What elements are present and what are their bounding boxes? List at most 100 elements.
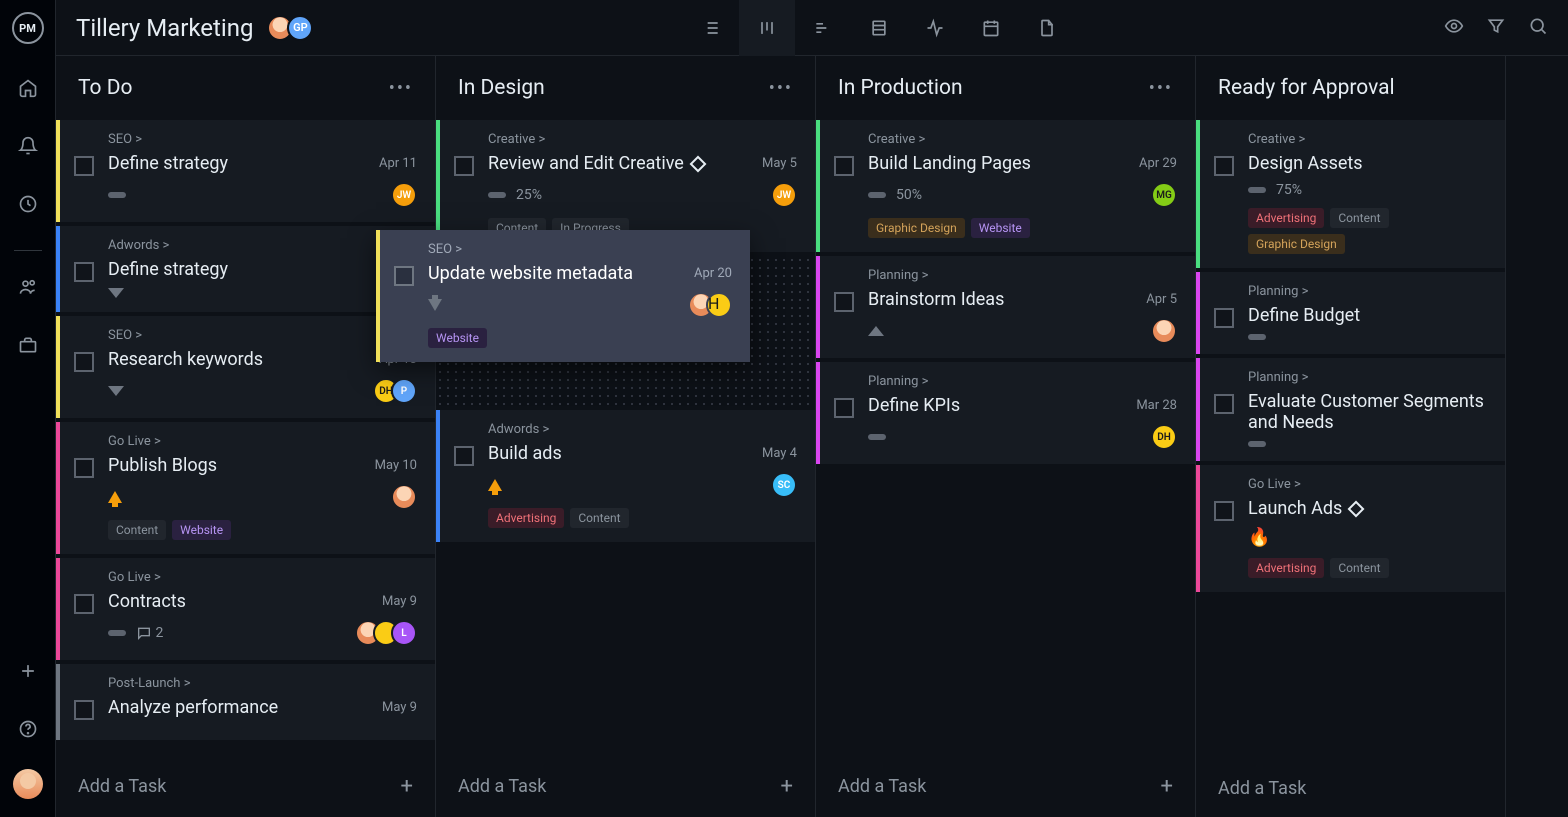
app-logo[interactable]: PM bbox=[12, 12, 44, 44]
task-tag[interactable]: Content bbox=[570, 508, 628, 528]
task-checkbox[interactable] bbox=[1214, 156, 1234, 176]
gantt-view-icon[interactable] bbox=[795, 0, 851, 56]
task-checkbox[interactable] bbox=[834, 156, 854, 176]
dragging-card[interactable]: SEO > Update website metadata Apr 20 H W… bbox=[376, 230, 750, 362]
assignee-avatar[interactable]: JW bbox=[771, 182, 797, 208]
task-checkbox[interactable] bbox=[1214, 308, 1234, 328]
task-card[interactable]: SEO >Define strategyApr 11JW bbox=[56, 120, 435, 222]
task-tag[interactable]: Advertising bbox=[488, 508, 564, 528]
task-assignees[interactable]: JW bbox=[771, 182, 797, 208]
task-card[interactable]: Post-Launch >Analyze performanceMay 9 bbox=[56, 664, 435, 740]
people-icon[interactable] bbox=[10, 269, 46, 305]
task-checkbox[interactable] bbox=[834, 398, 854, 418]
filter-icon[interactable] bbox=[1486, 16, 1506, 40]
assignee-avatar[interactable]: JW bbox=[391, 182, 417, 208]
task-assignees[interactable]: DHP bbox=[373, 378, 417, 404]
task-checkbox[interactable] bbox=[834, 292, 854, 312]
bell-icon[interactable] bbox=[10, 128, 46, 164]
task-assignees[interactable]: L bbox=[355, 620, 417, 646]
task-category: Creative > bbox=[1248, 132, 1487, 147]
task-tag[interactable]: Website bbox=[172, 520, 231, 540]
add-task-button[interactable]: Add a Task bbox=[1196, 760, 1505, 817]
task-tag[interactable]: Website bbox=[971, 218, 1030, 238]
task-checkbox[interactable] bbox=[74, 458, 94, 478]
assignee-avatar[interactable]: MG bbox=[1151, 182, 1177, 208]
task-checkbox[interactable] bbox=[74, 352, 94, 372]
visibility-icon[interactable] bbox=[1444, 16, 1464, 40]
task-card[interactable]: Go Live >Publish BlogsMay 10ContentWebsi… bbox=[56, 422, 435, 554]
add-task-button[interactable]: Add a Task+ bbox=[436, 756, 815, 817]
task-card[interactable]: Go Live >Launch Ads🔥AdvertisingContent bbox=[1196, 465, 1505, 592]
calendar-view-icon[interactable] bbox=[963, 0, 1019, 56]
task-tag[interactable]: Content bbox=[108, 520, 166, 540]
task-card[interactable]: Planning >Define KPIsMar 28DH bbox=[816, 362, 1195, 464]
files-view-icon[interactable] bbox=[1019, 0, 1075, 56]
add-task-button[interactable]: Add a Task+ bbox=[816, 756, 1195, 817]
task-checkbox[interactable] bbox=[74, 156, 94, 176]
comment-count[interactable]: 2 bbox=[136, 625, 163, 641]
priority-bar-icon bbox=[1248, 441, 1266, 447]
task-checkbox[interactable] bbox=[1214, 501, 1234, 521]
current-user-avatar[interactable] bbox=[13, 769, 43, 799]
task-card[interactable]: Go Live >ContractsMay 9 2L bbox=[56, 558, 435, 660]
column-menu-icon[interactable]: ••• bbox=[1149, 78, 1173, 99]
task-card[interactable]: Creative >Build Landing PagesApr 2950%MG… bbox=[816, 120, 1195, 252]
assignee-avatar[interactable]: DH bbox=[1151, 424, 1177, 450]
task-assignees[interactable]: H bbox=[696, 292, 732, 318]
plus-icon[interactable] bbox=[10, 653, 46, 689]
task-tag[interactable]: Advertising bbox=[1248, 208, 1324, 228]
task-card[interactable]: Creative >Design Assets75%AdvertisingCon… bbox=[1196, 120, 1505, 268]
task-assignees[interactable] bbox=[391, 484, 417, 510]
clock-icon[interactable] bbox=[10, 186, 46, 222]
task-assignees[interactable] bbox=[1151, 318, 1177, 344]
search-icon[interactable] bbox=[1528, 16, 1548, 40]
task-date: Apr 11 bbox=[379, 156, 417, 171]
task-checkbox[interactable] bbox=[74, 262, 94, 282]
task-tag[interactable]: Website bbox=[428, 328, 487, 348]
column-menu-icon[interactable]: ••• bbox=[389, 78, 413, 99]
task-category: Adwords > bbox=[488, 422, 797, 437]
assignee-avatar[interactable]: L bbox=[391, 620, 417, 646]
task-date: May 4 bbox=[762, 446, 797, 461]
task-tag[interactable]: Advertising bbox=[1248, 558, 1324, 578]
task-card[interactable]: Adwords >Build adsMay 4SCAdvertisingCont… bbox=[436, 410, 815, 542]
column-cards: Creative >Design Assets75%AdvertisingCon… bbox=[1196, 120, 1505, 760]
task-tags: Graphic Design Website bbox=[868, 218, 1177, 238]
task-card[interactable]: Planning >Brainstorm IdeasApr 5 bbox=[816, 256, 1195, 358]
sheet-view-icon[interactable] bbox=[851, 0, 907, 56]
column-title: Ready for Approval bbox=[1218, 76, 1395, 100]
task-title: Contracts bbox=[108, 591, 186, 612]
help-icon[interactable] bbox=[10, 711, 46, 747]
briefcase-icon[interactable] bbox=[10, 327, 46, 363]
task-card[interactable]: Planning >Evaluate Customer Segments and… bbox=[1196, 358, 1505, 461]
task-checkbox[interactable] bbox=[454, 156, 474, 176]
project-members[interactable]: GP bbox=[267, 15, 313, 41]
assignee-avatar[interactable] bbox=[1151, 318, 1177, 344]
activity-view-icon[interactable] bbox=[907, 0, 963, 56]
column-menu-icon[interactable]: ••• bbox=[769, 78, 793, 99]
board-view-icon[interactable] bbox=[739, 0, 795, 56]
task-checkbox[interactable] bbox=[1214, 394, 1234, 414]
task-assignees[interactable]: DH bbox=[1151, 424, 1177, 450]
home-icon[interactable] bbox=[10, 70, 46, 106]
task-checkbox[interactable] bbox=[74, 594, 94, 614]
assignee-avatar[interactable]: SC bbox=[771, 472, 797, 498]
task-assignees[interactable]: SC bbox=[771, 472, 797, 498]
task-assignees[interactable]: JW bbox=[391, 182, 417, 208]
task-checkbox[interactable] bbox=[74, 700, 94, 720]
task-tag[interactable]: Content bbox=[1330, 558, 1388, 578]
list-view-icon[interactable] bbox=[683, 0, 739, 56]
task-assignees[interactable]: MG bbox=[1151, 182, 1177, 208]
assignee-avatar[interactable] bbox=[391, 484, 417, 510]
task-tag[interactable]: Graphic Design bbox=[868, 218, 965, 238]
task-tag[interactable]: Content bbox=[1330, 208, 1388, 228]
task-checkbox[interactable] bbox=[394, 266, 414, 286]
task-tags: Advertising Content Graphic Design bbox=[1248, 208, 1487, 254]
add-task-button[interactable]: Add a Task+ bbox=[56, 756, 435, 817]
task-tag[interactable]: Graphic Design bbox=[1248, 234, 1345, 254]
assignee-avatar[interactable]: P bbox=[391, 378, 417, 404]
project-member-avatar[interactable]: GP bbox=[287, 15, 313, 41]
task-checkbox[interactable] bbox=[454, 446, 474, 466]
task-card[interactable]: Planning >Define Budget bbox=[1196, 272, 1505, 354]
add-task-label: Add a Task bbox=[458, 776, 546, 797]
